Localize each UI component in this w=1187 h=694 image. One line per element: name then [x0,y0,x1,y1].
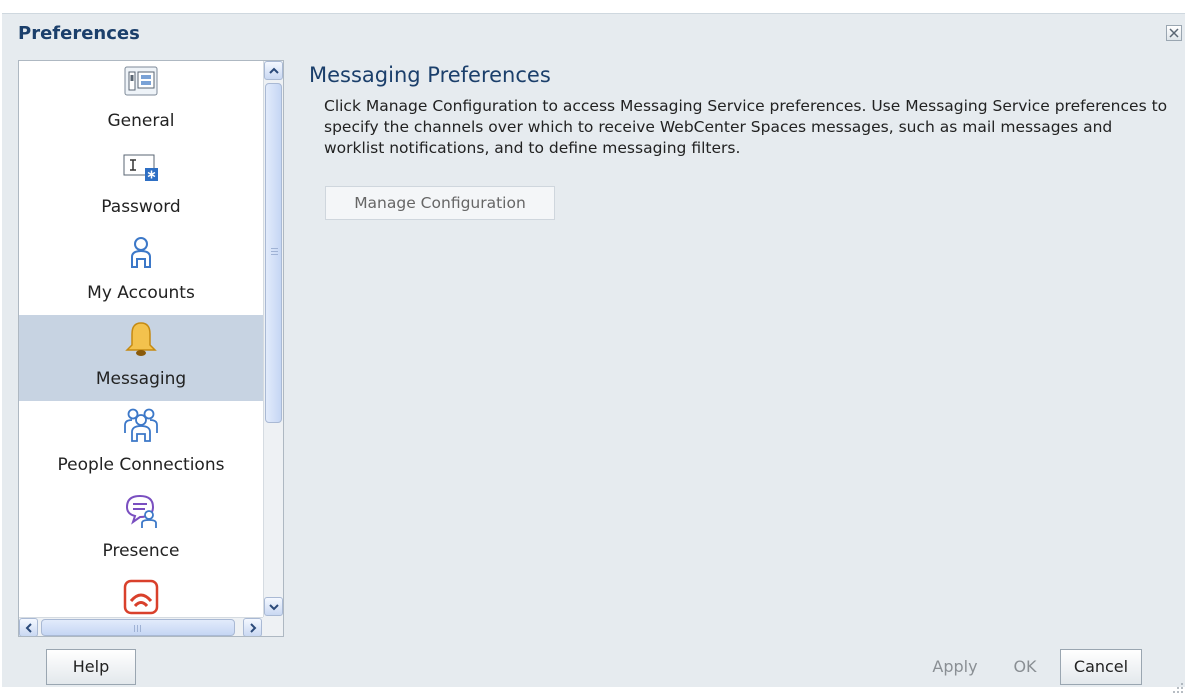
nav-vertical-scrollbar[interactable] [263,61,283,617]
nav-item-messaging[interactable]: Messaging [19,315,263,401]
nav-label-presence: Presence [102,541,180,561]
nav-item-my-accounts[interactable]: My Accounts [19,229,263,315]
chevron-up-icon [269,67,279,74]
preferences-dialog: Preferences General Password My Accounts… [2,13,1185,693]
ok-button[interactable]: OK [998,649,1052,685]
content-description: Click Manage Configuration to access Mes… [324,97,1168,157]
nav-label-general: General [107,111,175,131]
chevron-left-icon [25,623,32,633]
content-title: Messaging Preferences [309,63,551,87]
presence-chat-icon [125,494,157,528]
user-account-icon [131,237,151,268]
dialog-title: Preferences [18,23,140,44]
chevron-right-icon [250,623,257,633]
nav-item-password[interactable]: Password [19,143,263,229]
resize-grip-icon[interactable] [1172,682,1184,694]
preferences-nav-panel: General Password My Accounts Messaging P… [18,60,284,637]
horizontal-scroll-thumb[interactable] [41,619,235,636]
scroll-down-button[interactable] [264,597,283,616]
scroll-right-button[interactable] [243,618,262,636]
preferences-nav-list: General Password My Accounts Messaging P… [19,61,263,617]
rss-feed-icon [123,579,159,615]
scroll-left-button[interactable] [19,618,38,636]
close-icon [1169,28,1179,38]
cancel-button[interactable]: Cancel [1060,649,1142,685]
nav-item-feeds[interactable] [19,573,263,617]
dialog-titlebar: Preferences [2,14,1185,54]
nav-label-my-accounts: My Accounts [87,283,195,303]
manage-configuration-button[interactable]: Manage Configuration [325,186,555,220]
nav-horizontal-scrollbar[interactable] [19,617,263,636]
help-button[interactable]: Help [46,649,136,685]
chevron-down-icon [269,604,279,611]
apply-button[interactable]: Apply [920,649,990,685]
nav-label-password: Password [101,197,181,217]
nav-item-general[interactable]: General [19,61,263,143]
password-icon [123,154,158,181]
people-group-icon [124,408,158,442]
bell-icon [125,322,157,356]
nav-label-people-connections: People Connections [57,455,225,475]
nav-label-messaging: Messaging [95,369,187,389]
vertical-scroll-thumb[interactable] [265,83,282,423]
nav-item-people-connections[interactable]: People Connections [19,401,263,487]
general-settings-icon [124,66,158,96]
close-button[interactable] [1166,25,1182,41]
scroll-up-button[interactable] [264,61,283,80]
nav-item-presence[interactable]: Presence [19,487,263,573]
scrollbar-corner [263,617,283,636]
